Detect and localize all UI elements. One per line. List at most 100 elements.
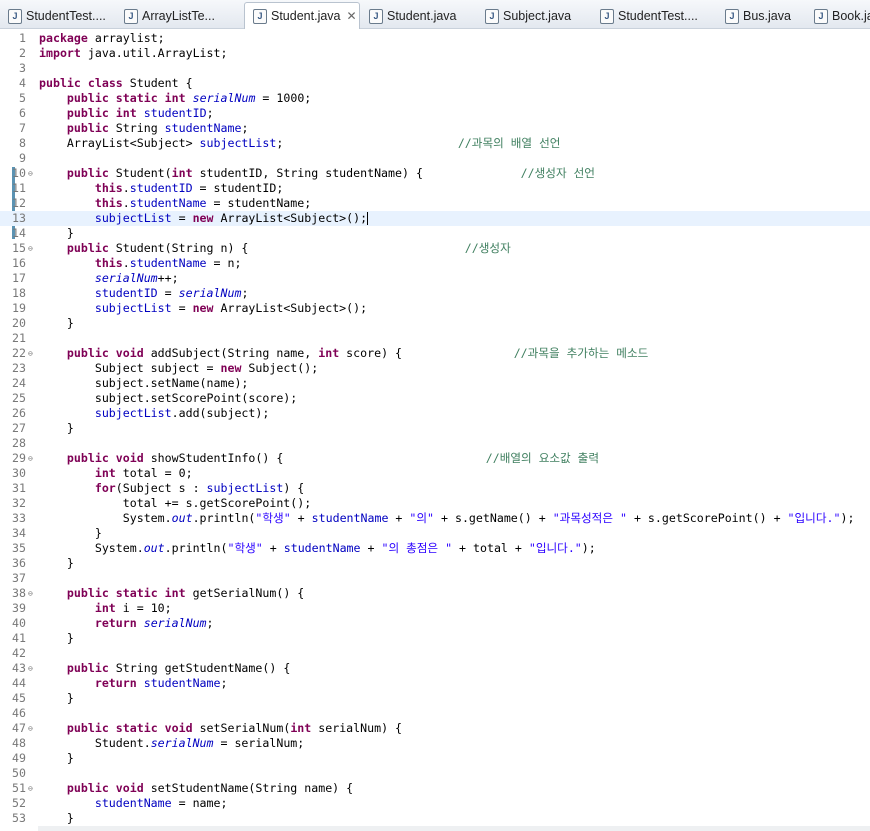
- fold-toggle-icon[interactable]: ⊖: [28, 661, 33, 676]
- code-token: void: [115, 346, 144, 360]
- code-line[interactable]: 18 studentID = serialNum;: [0, 286, 870, 301]
- line-number: 39: [12, 601, 26, 615]
- code-line[interactable]: 3: [0, 61, 870, 76]
- code-line[interactable]: 38 ⊖ public static int getSerialNum() {: [0, 586, 870, 601]
- code-line[interactable]: 45 }: [0, 691, 870, 706]
- code-line[interactable]: 50: [0, 766, 870, 781]
- code-line[interactable]: 15 ⊖ public Student(String n) { //생성자: [0, 241, 870, 256]
- code-line[interactable]: 34 }: [0, 526, 870, 541]
- code-text: }: [39, 631, 74, 646]
- code-token: public: [66, 781, 109, 795]
- code-line[interactable]: 12 this.studentName = studentName;: [0, 196, 870, 211]
- code-line[interactable]: 14 }: [0, 226, 870, 241]
- code-text: for(Subject s : subjectList) {: [39, 481, 304, 496]
- code-line[interactable]: 36 }: [0, 556, 870, 571]
- code-line[interactable]: 37: [0, 571, 870, 586]
- code-token: Student {: [122, 76, 193, 90]
- tab-4[interactable]: J Student.java: [361, 4, 473, 28]
- tab-1[interactable]: J StudentTest....: [0, 4, 112, 28]
- tab-6[interactable]: J StudentTest....: [592, 4, 712, 28]
- tab-2[interactable]: J ArrayListTe...: [116, 4, 240, 28]
- code-line[interactable]: 47 ⊖ public static void setSerialNum(int …: [0, 721, 870, 736]
- code-line[interactable]: 28: [0, 436, 870, 451]
- code-line[interactable]: 40 return serialNum;: [0, 616, 870, 631]
- code-line[interactable]: 32 total += s.getScorePoint();: [0, 496, 870, 511]
- code-token: serialNum) {: [311, 721, 403, 735]
- code-line[interactable]: 30 int total = 0;: [0, 466, 870, 481]
- code-line[interactable]: 31 for(Subject s : subjectList) {: [0, 481, 870, 496]
- code-line[interactable]: 25 subject.setScorePoint(score);: [0, 391, 870, 406]
- code-token: .: [122, 256, 130, 270]
- code-line[interactable]: 17 serialNum++;: [0, 271, 870, 286]
- code-line[interactable]: 23 Subject subject = new Subject();: [0, 361, 870, 376]
- code-token: .println(: [164, 541, 228, 555]
- code-line[interactable]: 46: [0, 706, 870, 721]
- code-line[interactable]: 11 this.studentID = studentID;: [0, 181, 870, 196]
- code-token: +: [360, 541, 382, 555]
- code-text: }: [39, 526, 102, 541]
- tab-3[interactable]: J Student.java ✕: [244, 2, 360, 29]
- tab-5[interactable]: J Subject.java: [477, 4, 589, 28]
- code-line[interactable]: 24 subject.setName(name);: [0, 376, 870, 391]
- code-line[interactable]: 26 subjectList.add(subject);: [0, 406, 870, 421]
- code-text: }: [39, 421, 74, 436]
- code-line[interactable]: 44 return studentName;: [0, 676, 870, 691]
- fold-toggle-icon[interactable]: ⊖: [28, 586, 33, 601]
- code-line[interactable]: 16 this.studentName = n;: [0, 256, 870, 271]
- code-line[interactable]: 10 ⊖ public Student(int studentID, String…: [0, 166, 870, 181]
- tab-8[interactable]: J Book.java: [806, 4, 870, 28]
- code-line[interactable]: 43 ⊖ public String getStudentName() {: [0, 661, 870, 676]
- code-line[interactable]: 7 public String studentName;: [0, 121, 870, 136]
- fold-toggle-icon[interactable]: ⊖: [28, 781, 33, 796]
- horizontal-scrollbar[interactable]: [38, 826, 870, 831]
- code-text: public void setStudentName(String name) …: [39, 781, 353, 796]
- code-line[interactable]: 42: [0, 646, 870, 661]
- line-number: 8: [19, 136, 26, 150]
- code-line[interactable]: 20 }: [0, 316, 870, 331]
- code-line[interactable]: 8 ArrayList<Subject> subjectList; //과목의 …: [0, 136, 870, 151]
- code-line[interactable]: 48 Student.serialNum = serialNum;: [0, 736, 870, 751]
- line-number: 42: [12, 646, 26, 660]
- code-line[interactable]: 33 System.out.println("학생" + studentName…: [0, 511, 870, 526]
- code-line[interactable]: 21: [0, 331, 870, 346]
- fold-toggle-icon[interactable]: ⊖: [28, 721, 33, 736]
- code-line[interactable]: 19 subjectList = new ArrayList<Subject>(…: [0, 301, 870, 316]
- code-text: int i = 10;: [39, 601, 172, 616]
- code-line[interactable]: 51 ⊖ public void setStudentName(String na…: [0, 781, 870, 796]
- line-number: 52: [12, 796, 26, 810]
- line-number: 20: [12, 316, 26, 330]
- code-token: studentName: [164, 121, 242, 135]
- fold-toggle-icon[interactable]: ⊖: [28, 166, 33, 181]
- code-token: int: [164, 586, 186, 600]
- code-line[interactable]: 4 public class Student {: [0, 76, 870, 91]
- code-line[interactable]: 9: [0, 151, 870, 166]
- code-line[interactable]: 2 import java.util.ArrayList;: [0, 46, 870, 61]
- code-token: studentName: [129, 196, 207, 210]
- code-line[interactable]: 49 }: [0, 751, 870, 766]
- code-line[interactable]: 22 ⊖ public void addSubject(String name, …: [0, 346, 870, 361]
- code-line[interactable]: 13 subjectList = new ArrayList<Subject>(…: [0, 211, 870, 226]
- code-line[interactable]: 39 int i = 10;: [0, 601, 870, 616]
- code-token: public: [66, 241, 109, 255]
- code-token: ) {: [283, 481, 305, 495]
- code-line[interactable]: 29 ⊖ public void showStudentInfo() { //배열…: [0, 451, 870, 466]
- code-token: +: [290, 511, 312, 525]
- code-line[interactable]: 35 System.out.println("학생" + studentName…: [0, 541, 870, 556]
- close-tab-icon[interactable]: ✕: [347, 9, 357, 23]
- code-line[interactable]: 41 }: [0, 631, 870, 646]
- tab-7[interactable]: J Bus.java: [717, 4, 802, 28]
- code-line[interactable]: 1 package arraylist;: [0, 31, 870, 46]
- code-token: out: [143, 541, 165, 555]
- code-line[interactable]: 53 }: [0, 811, 870, 826]
- code-line[interactable]: 6 public int studentID;: [0, 106, 870, 121]
- fold-toggle-icon[interactable]: ⊖: [28, 451, 33, 466]
- fold-toggle-icon[interactable]: ⊖: [28, 346, 33, 361]
- code-line[interactable]: 5 public static int serialNum = 1000;: [0, 91, 870, 106]
- code-editor[interactable]: 1 package arraylist; 2 import java.util.Arr…: [0, 29, 870, 831]
- code-line[interactable]: 27 }: [0, 421, 870, 436]
- fold-toggle-icon[interactable]: ⊖: [28, 241, 33, 256]
- code-token: +: [262, 541, 284, 555]
- code-token: this: [94, 181, 123, 195]
- code-line[interactable]: 52 studentName = name;: [0, 796, 870, 811]
